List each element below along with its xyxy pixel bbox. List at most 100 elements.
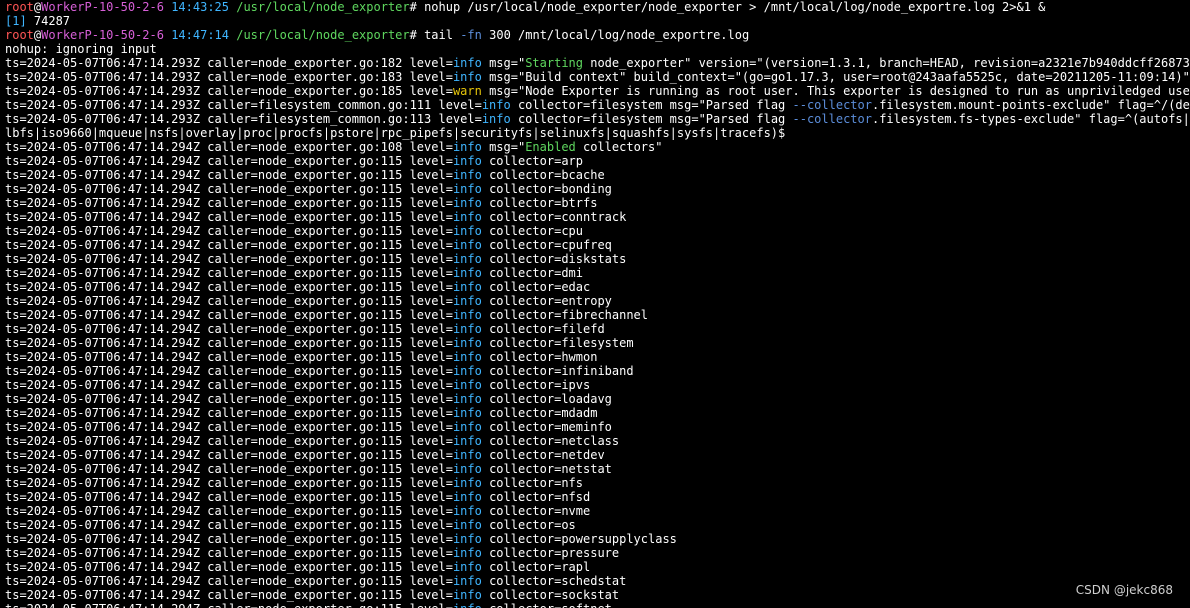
terminal-line: root@WorkerP-10-50-2-6 14:43:25 /usr/loc… (5, 0, 1190, 14)
terminal-text-segment: info (452, 532, 482, 546)
terminal-text-segment: info (452, 434, 482, 448)
terminal-text-segment: info (452, 238, 482, 252)
terminal-text-segment: info (452, 546, 482, 560)
terminal-line: ts=2024-05-07T06:47:14.294Z caller=node_… (5, 434, 1190, 448)
terminal-line: ts=2024-05-07T06:47:14.294Z caller=node_… (5, 518, 1190, 532)
terminal-line: ts=2024-05-07T06:47:14.294Z caller=node_… (5, 476, 1190, 490)
terminal-line: ts=2024-05-07T06:47:14.294Z caller=node_… (5, 294, 1190, 308)
terminal-text-segment: ts=2024-05-07T06:47:14.293Z caller=node_… (5, 56, 453, 70)
terminal-window[interactable]: root@WorkerP-10-50-2-6 14:43:25 /usr/loc… (0, 0, 1190, 608)
terminal-text-segment: info (452, 476, 482, 490)
terminal-text-segment: ts=2024-05-07T06:47:14.294Z caller=node_… (5, 574, 453, 588)
terminal-text-segment: info (452, 182, 482, 196)
terminal-line: ts=2024-05-07T06:47:14.294Z caller=node_… (5, 238, 1190, 252)
terminal-line: ts=2024-05-07T06:47:14.294Z caller=node_… (5, 560, 1190, 574)
terminal-line: ts=2024-05-07T06:47:14.294Z caller=node_… (5, 350, 1190, 364)
terminal-text-segment: ts=2024-05-07T06:47:14.294Z caller=node_… (5, 350, 453, 364)
terminal-line: ts=2024-05-07T06:47:14.294Z caller=node_… (5, 224, 1190, 238)
terminal-text-segment: ts=2024-05-07T06:47:14.294Z caller=node_… (5, 462, 453, 476)
terminal-line: root@WorkerP-10-50-2-6 14:47:14 /usr/loc… (5, 28, 1190, 42)
terminal-text-segment: Starting (525, 56, 583, 70)
terminal-text-segment: ts=2024-05-07T06:47:14.294Z caller=node_… (5, 532, 453, 546)
terminal-text-segment: info (452, 406, 482, 420)
terminal-text-segment: ts=2024-05-07T06:47:14.294Z caller=node_… (5, 140, 453, 154)
terminal-line: ts=2024-05-07T06:47:14.294Z caller=node_… (5, 406, 1190, 420)
terminal-text-segment: collector=edac (481, 280, 591, 294)
terminal-text-segment: info (452, 392, 482, 406)
terminal-text-segment: info (452, 350, 482, 364)
terminal-text-segment: info (481, 112, 511, 126)
terminal-text-segment: collector=hwmon (481, 350, 598, 364)
terminal-text-segment: ts=2024-05-07T06:47:14.294Z caller=node_… (5, 238, 453, 252)
terminal-text-segment: info (481, 98, 511, 112)
terminal-text-segment: ts=2024-05-07T06:47:14.294Z caller=node_… (5, 280, 453, 294)
terminal-text-segment: collector=meminfo (481, 420, 612, 434)
terminal-text-segment: collector=schedstat (481, 574, 627, 588)
terminal-line: ts=2024-05-07T06:47:14.294Z caller=node_… (5, 140, 1190, 154)
terminal-text-segment: ts=2024-05-07T06:47:14.293Z caller=node_… (5, 84, 453, 98)
terminal-text-segment: info (452, 574, 482, 588)
terminal-text-segment: ts=2024-05-07T06:47:14.293Z caller=files… (5, 98, 482, 112)
terminal-line: ts=2024-05-07T06:47:14.293Z caller=node_… (5, 56, 1190, 70)
terminal-text-segment: ts=2024-05-07T06:47:14.294Z caller=node_… (5, 210, 453, 224)
terminal-text-segment: ts=2024-05-07T06:47:14.294Z caller=node_… (5, 308, 453, 322)
terminal-text-segment: # tail (409, 28, 461, 42)
terminal-text-segment: ts=2024-05-07T06:47:14.294Z caller=node_… (5, 266, 453, 280)
terminal-text-segment: root (5, 0, 34, 14)
terminal-text-segment: Enabled (525, 140, 576, 154)
terminal-text-segment: collector=bonding (481, 182, 612, 196)
terminal-text-segment: collector=softnet (482, 602, 612, 608)
terminal-text-segment: collector=cpu (481, 224, 583, 238)
terminal-text-segment: ts=2024-05-07T06:47:14.294Z caller=node_… (5, 518, 453, 532)
terminal-text-segment: collector=ipvs (481, 378, 591, 392)
terminal-text-segment: info (452, 280, 482, 294)
terminal-text-segment: info (452, 588, 482, 602)
terminal-text-segment: collector=filesystem (481, 336, 634, 350)
terminal-text-segment: ts=2024-05-07T06:47:14.293Z caller=node_… (5, 70, 453, 84)
terminal-line: ts=2024-05-07T06:47:14.294Z caller=node_… (5, 210, 1190, 224)
terminal-text-segment: info (452, 56, 482, 70)
terminal-text-segment: collector=cpufreq (481, 238, 612, 252)
terminal-text-segment: collector=filesystem msg="Parsed flag (510, 98, 793, 112)
terminal-text-segment: collector=netclass (481, 434, 620, 448)
terminal-text-segment: info (452, 168, 482, 182)
terminal-text-segment: collector=entropy (481, 294, 612, 308)
terminal-text-segment: info (452, 462, 482, 476)
terminal-line: ts=2024-05-07T06:47:14.294Z caller=node_… (5, 336, 1190, 350)
terminal-text-segment: collector=loadavg (481, 392, 612, 406)
terminal-text-segment: collector=nfs (481, 476, 583, 490)
terminal-line: ts=2024-05-07T06:47:14.294Z caller=node_… (5, 392, 1190, 406)
terminal-text-segment: ts=2024-05-07T06:47:14.294Z caller=node_… (5, 224, 453, 238)
terminal-text-segment: --collector (792, 98, 872, 112)
terminal-line: lbfs|iso9660|mqueue|nsfs|overlay|proc|pr… (5, 126, 1190, 140)
terminal-text-segment: info (452, 490, 482, 504)
terminal-text-segment: info (452, 266, 482, 280)
terminal-text-segment: info (453, 602, 482, 608)
terminal-text-segment: 14:47:14 (163, 28, 229, 42)
terminal-text-segment: ts=2024-05-07T06:47:14.294Z caller=node_… (5, 560, 453, 574)
terminal-line: ts=2024-05-07T06:47:14.294Z caller=node_… (5, 574, 1190, 588)
terminal-text-segment: info (452, 322, 482, 336)
terminal-text-segment: collector=netdev (481, 448, 605, 462)
terminal-text-segment: collectors" (575, 140, 663, 154)
terminal-text-segment: info (452, 196, 482, 210)
terminal-text-segment: info (452, 252, 482, 266)
terminal-text-segment: ts=2024-05-07T06:47:14.294Z caller=node_… (5, 588, 453, 602)
terminal-text-segment: info (452, 420, 482, 434)
terminal-text-segment: ts=2024-05-07T06:47:14.294Z caller=node_… (5, 434, 453, 448)
terminal-text-segment: ts=2024-05-07T06:47:14.294Z caller=node_… (5, 252, 453, 266)
terminal-text-segment: info (452, 504, 482, 518)
terminal-text-segment: collector=rapl (481, 560, 591, 574)
terminal-text-segment: warn (452, 84, 482, 98)
terminal-text-segment: nohup: ignoring input (5, 42, 157, 56)
terminal-text-segment: /usr/local/node_exporter (229, 0, 410, 14)
terminal-text-segment: collector=bcache (481, 168, 605, 182)
terminal-text-segment: info (452, 518, 482, 532)
terminal-text-segment: collector=nfsd (481, 490, 591, 504)
terminal-text-segment: ts=2024-05-07T06:47:14.294Z caller=node_… (5, 378, 453, 392)
terminal-line: ts=2024-05-07T06:47:14.294Z caller=node_… (5, 546, 1190, 560)
terminal-text-segment: collector=mdadm (481, 406, 598, 420)
terminal-text-segment: collector=fibrechannel (481, 308, 649, 322)
terminal-text-segment: collector=filefd (481, 322, 605, 336)
terminal-text-segment: info (452, 560, 482, 574)
